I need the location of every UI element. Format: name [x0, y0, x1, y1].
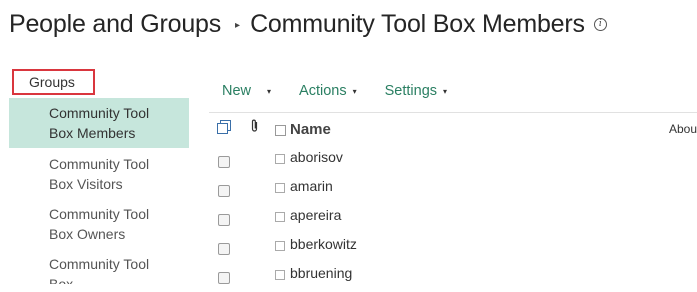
new-button-label: New — [222, 83, 252, 99]
actions-menu[interactable]: Actions ▾ — [299, 83, 357, 99]
info-icon[interactable]: i — [593, 17, 607, 31]
settings-menu[interactable]: Settings ▾ — [385, 83, 447, 99]
row-checkbox[interactable] — [218, 243, 230, 255]
row-presence-box — [275, 183, 285, 193]
nav-item-label-line2: Box — [49, 276, 74, 284]
member-name[interactable]: bberkowitz — [290, 236, 357, 252]
chevron-down-icon: ▾ — [443, 86, 448, 96]
table-row[interactable]: apereira — [209, 205, 697, 234]
member-name[interactable]: amarin — [290, 178, 333, 194]
actions-button-label: Actions — [299, 83, 347, 99]
nav-heading-groups[interactable]: Groups — [12, 69, 95, 95]
member-name[interactable]: bbruening — [290, 265, 352, 281]
row-checkbox[interactable] — [218, 185, 230, 197]
table-row[interactable]: aborisov — [209, 147, 697, 176]
page-title: Community Tool Box Members — [250, 9, 585, 38]
nav-item-label-line2: Box Owners — [49, 226, 126, 242]
list-header: Name Abou — [209, 112, 697, 148]
member-name[interactable]: aborisov — [290, 149, 343, 165]
row-checkbox[interactable] — [218, 156, 230, 168]
row-presence-box — [275, 270, 285, 280]
nav-item-label-line2: Box Visitors — [49, 176, 123, 192]
nav-item-label-line2: Box Members — [49, 125, 136, 141]
new-menu[interactable]: New ▾ — [222, 83, 271, 99]
site-title[interactable]: People and Groups — [9, 10, 221, 39]
chevron-down-icon[interactable]: ▾ — [267, 87, 271, 96]
chevron-down-icon: ▾ — [352, 86, 357, 96]
row-presence-box — [275, 212, 285, 222]
member-name[interactable]: apereira — [290, 207, 341, 223]
command-toolbar: New ▾ Actions ▾ Settings ▾ — [222, 80, 475, 102]
nav-item-members[interactable]: Community Tool Box Members — [9, 98, 189, 148]
column-header-about[interactable]: Abou — [669, 122, 697, 136]
nav-item-visitors[interactable]: Community Tool Box Visitors — [9, 154, 189, 198]
column-header-name[interactable]: Name — [290, 121, 331, 138]
select-all-checkbox[interactable] — [275, 125, 286, 136]
table-row[interactable]: amarin — [209, 176, 697, 205]
nav-item-label-line1: Community Tool — [49, 156, 150, 172]
document-stack-icon[interactable] — [217, 120, 231, 134]
nav-item-label-line1: Community Tool — [49, 105, 150, 121]
nav-item-owners[interactable]: Community Tool Box Owners — [9, 204, 189, 248]
breadcrumb-separator-icon: ▸ — [235, 19, 241, 31]
table-row[interactable]: bberkowitz — [209, 234, 697, 263]
page-header: People and Groups ▸ Community Tool Box M… — [9, 4, 607, 44]
row-presence-box — [275, 154, 285, 164]
row-presence-box — [275, 241, 285, 251]
settings-button-label: Settings — [384, 83, 438, 99]
nav-item-label-line1: Community Tool — [49, 206, 150, 222]
row-checkbox[interactable] — [218, 272, 230, 284]
table-row[interactable]: bbruening — [209, 263, 697, 292]
paperclip-icon[interactable] — [250, 119, 260, 133]
nav-item-other[interactable]: Community Tool Box — [9, 254, 189, 284]
nav-item-label-line1: Community Tool — [49, 256, 150, 272]
row-checkbox[interactable] — [218, 214, 230, 226]
